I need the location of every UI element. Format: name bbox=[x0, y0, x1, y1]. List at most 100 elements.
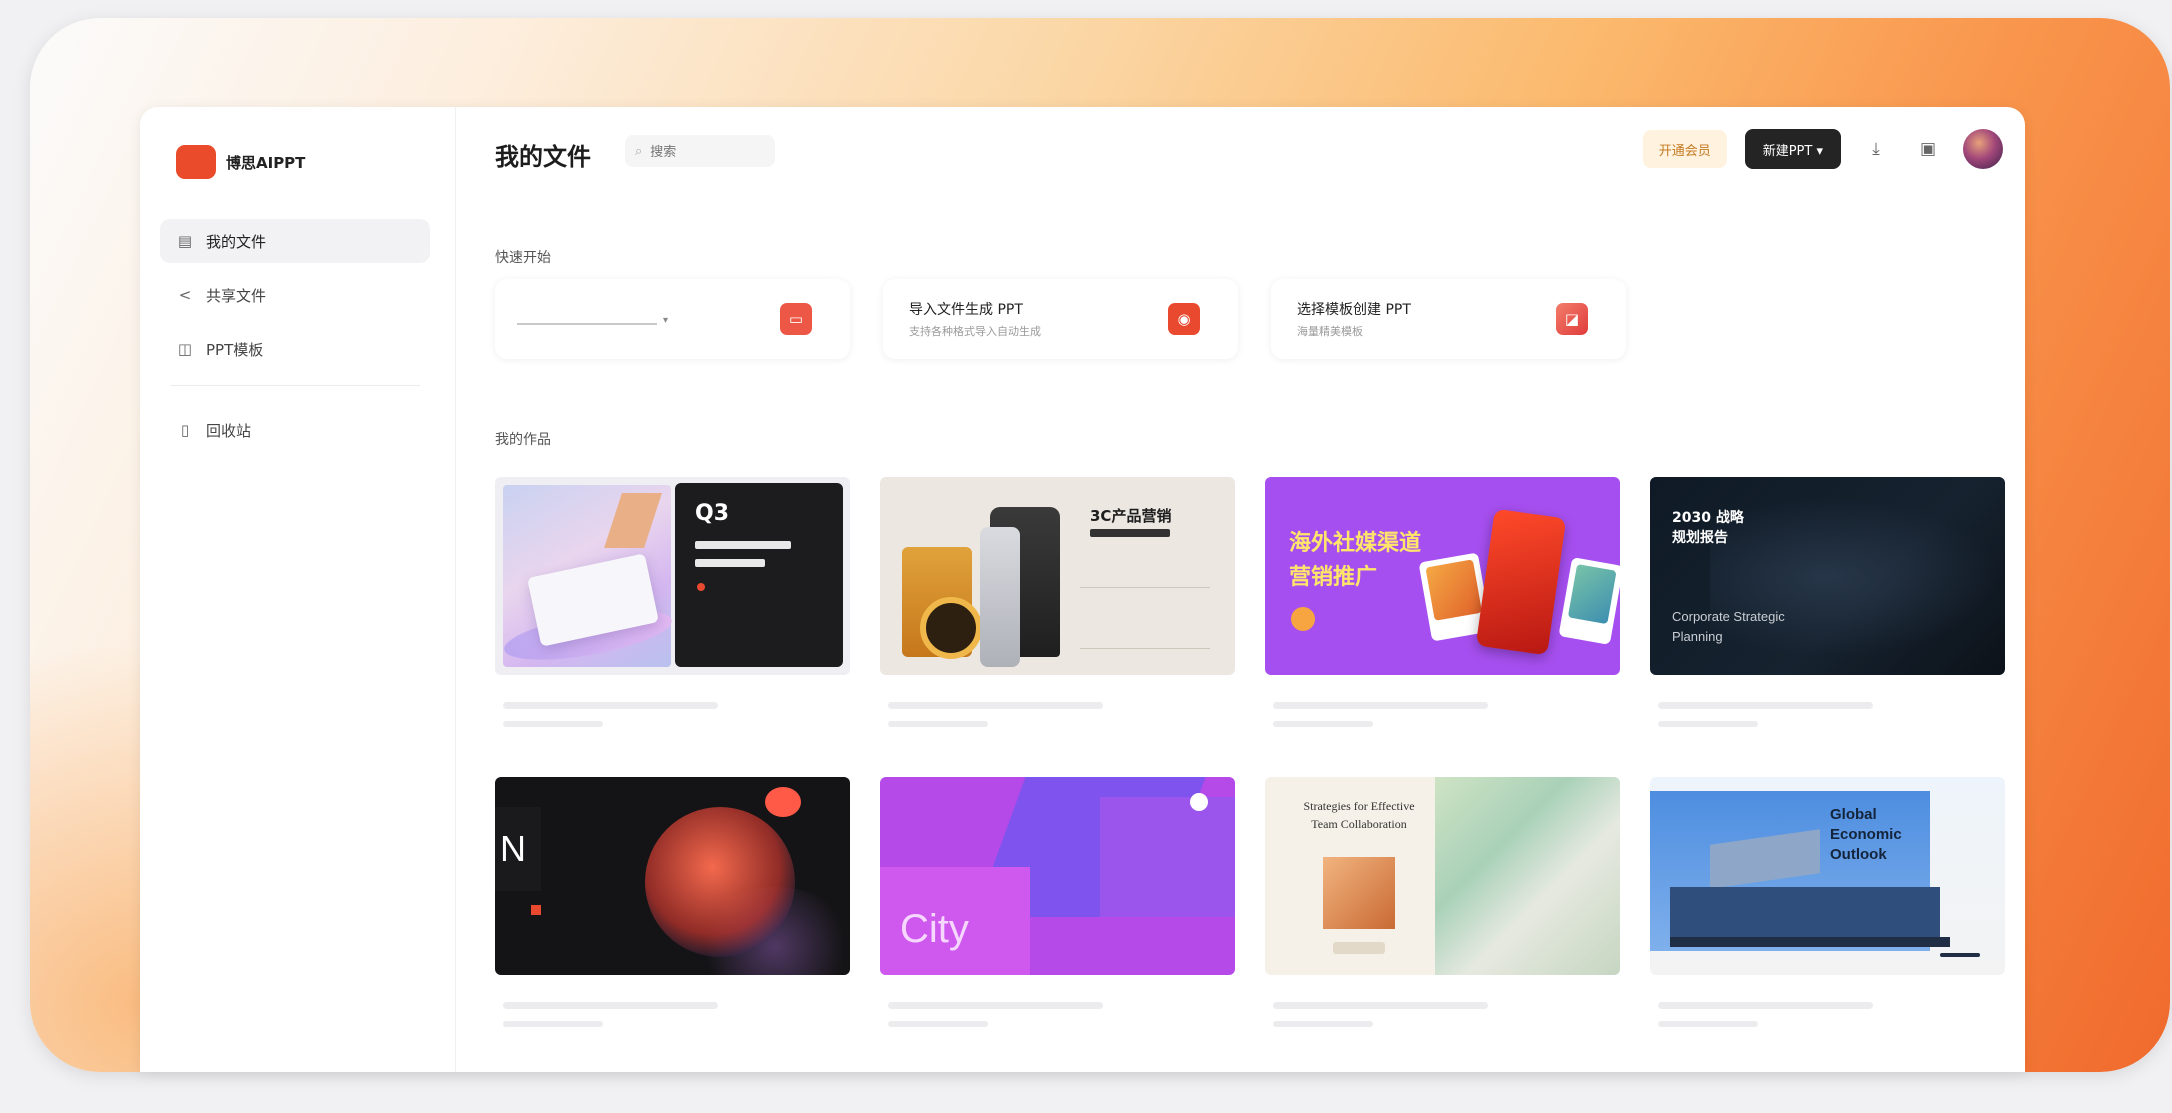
thumb-title: Q3 bbox=[695, 501, 730, 526]
trash-icon: ▯ bbox=[180, 421, 190, 439]
thumb-chart bbox=[1080, 587, 1210, 649]
brand-name: 博思AIPPT bbox=[226, 153, 306, 172]
work-title-placeholder bbox=[888, 702, 1103, 709]
template-icon: ◫ bbox=[177, 340, 193, 358]
work-thumbnail[interactable]: 2030 战略 规划报告 Corporate Strategic Plannin… bbox=[1650, 477, 2005, 675]
quick-card-template-create[interactable]: 选择模板创建 PPT 海量精美模板 ◪ bbox=[1271, 279, 1626, 359]
work-title-placeholder bbox=[503, 1002, 718, 1009]
my-works-label: 我的作品 bbox=[495, 432, 551, 448]
work-card[interactable]: 2030 战略 规划报告 Corporate Strategic Plannin… bbox=[1650, 477, 2005, 777]
thumb-phone bbox=[1475, 508, 1567, 656]
work-card[interactable]: N bbox=[495, 777, 850, 1072]
sidebar-item-label: 共享文件 bbox=[206, 286, 267, 305]
thumb-shape bbox=[604, 493, 662, 548]
vip-button[interactable]: 开通会员 bbox=[1642, 130, 1727, 168]
thumb-shape bbox=[1100, 797, 1235, 917]
work-thumbnail[interactable]: City bbox=[880, 777, 1235, 975]
work-date-placeholder bbox=[503, 721, 603, 727]
work-date-placeholder bbox=[888, 721, 988, 727]
thumb-map bbox=[1710, 497, 2000, 657]
thumb-title: N bbox=[495, 807, 541, 891]
thumb-subtitle: Corporate Strategic bbox=[1672, 609, 1785, 624]
work-thumbnail[interactable]: Strategies for Effective Team Collaborat… bbox=[1265, 777, 1620, 975]
notification-icon[interactable]: ▣ bbox=[1911, 132, 1945, 166]
thumb-text-line bbox=[1940, 953, 1980, 957]
work-thumbnail[interactable]: Q3 bbox=[495, 477, 850, 675]
search-input[interactable] bbox=[648, 142, 763, 160]
new-ppt-button[interactable]: 新建PPT ▾ bbox=[1744, 129, 1841, 169]
chevron-down-icon: ▾ bbox=[663, 315, 669, 326]
sidebar-item-shared-files[interactable]: < 共享文件 bbox=[160, 273, 430, 317]
import-file-icon: ◉ bbox=[1168, 303, 1200, 335]
search-icon: ⌕ bbox=[635, 143, 643, 159]
ai-generate-icon: ▭ bbox=[780, 303, 812, 335]
work-title-placeholder bbox=[888, 1002, 1103, 1009]
thumb-text-line bbox=[1090, 529, 1170, 537]
thumb-title: Strategies for Effective Team Collaborat… bbox=[1303, 799, 1415, 831]
thumb-title: 3C产品营销 bbox=[1090, 507, 1172, 525]
work-date-placeholder bbox=[503, 1021, 603, 1027]
thumb-subtitle: Planning bbox=[1672, 629, 1723, 644]
thumb-dot bbox=[1190, 793, 1208, 811]
sidebar-item-label: 我的文件 bbox=[206, 232, 267, 251]
work-title-placeholder bbox=[1658, 702, 1873, 709]
work-card[interactable]: Q3 bbox=[495, 477, 850, 777]
thumb-title: City bbox=[900, 907, 969, 951]
sidebar-nav: ▤ 我的文件 < 共享文件 ◫ PPT模板 ▯ 回收站 bbox=[160, 219, 430, 462]
sidebar-item-my-files[interactable]: ▤ 我的文件 bbox=[160, 219, 430, 263]
quick-card-title: 选择模板创建 PPT bbox=[1297, 302, 1411, 318]
thumb-shape bbox=[980, 527, 1020, 667]
thumb-dot bbox=[531, 905, 541, 915]
search-box[interactable]: ⌕ bbox=[625, 135, 775, 167]
thumb-title: Global Economic Outlook bbox=[1830, 805, 1902, 865]
thumb-image-keyboard bbox=[500, 485, 676, 670]
work-thumbnail[interactable]: 海外社媒渠道 营销推广 bbox=[1265, 477, 1620, 675]
work-card[interactable]: 3C产品营销 bbox=[880, 477, 1235, 777]
file-icon: ▤ bbox=[177, 232, 193, 250]
avatar[interactable] bbox=[1963, 129, 2003, 169]
quick-card-subtitle: 支持各种格式导入自动生成 bbox=[909, 325, 1041, 338]
sidebar-item-ppt-templates[interactable]: ◫ PPT模板 bbox=[160, 327, 430, 371]
sidebar-item-trash[interactable]: ▯ 回收站 bbox=[160, 408, 430, 452]
thumb-dot bbox=[697, 583, 705, 591]
work-thumbnail[interactable]: N bbox=[495, 777, 850, 975]
thumb-image bbox=[1323, 857, 1395, 929]
work-card[interactable]: Strategies for Effective Team Collaborat… bbox=[1265, 777, 1620, 1072]
thumb-title: 规划报告 bbox=[1672, 530, 1728, 546]
quick-card-ai-generate[interactable]: ▾ ▭ bbox=[495, 279, 850, 359]
sidebar-item-label: PPT模板 bbox=[206, 340, 264, 359]
quick-card-import-file[interactable]: 导入文件生成 PPT 支持各种格式导入自动生成 ◉ bbox=[883, 279, 1238, 359]
work-thumbnail[interactable]: Global Economic Outlook bbox=[1650, 777, 2005, 975]
page-title: 我的文件 bbox=[495, 143, 591, 171]
thumb-title-line: Outlook bbox=[1830, 846, 1887, 863]
thumb-text-line bbox=[1333, 942, 1385, 954]
thumb-title-line: Global bbox=[1830, 806, 1877, 823]
work-date-placeholder bbox=[1658, 721, 1758, 727]
brand-logo-icon bbox=[176, 145, 216, 179]
thumb-shape bbox=[1670, 887, 1940, 937]
quick-start-row: ▾ ▭ 导入文件生成 PPT 支持各种格式导入自动生成 ◉ 选择模板创建 PPT… bbox=[495, 279, 1626, 359]
thumb-shape bbox=[920, 597, 982, 659]
work-title-placeholder bbox=[1658, 1002, 1873, 1009]
template-create-icon: ◪ bbox=[1556, 303, 1588, 335]
thumb-title-line: Economic bbox=[1830, 826, 1902, 843]
works-grid: Q3 3C产品营销 海外社媒渠道 营销推广 2030 战略 规划报告 Corpo… bbox=[495, 477, 2005, 1072]
sidebar-divider bbox=[170, 385, 420, 386]
work-card[interactable]: Global Economic Outlook bbox=[1650, 777, 2005, 1072]
sidebar: 博思AIPPT ▤ 我的文件 < 共享文件 ◫ PPT模板 ▯ 回收站 bbox=[140, 107, 456, 1072]
thumb-title: 海外社媒渠道 bbox=[1289, 531, 1422, 556]
app-window: 博思AIPPT ▤ 我的文件 < 共享文件 ◫ PPT模板 ▯ 回收站 我的文件 bbox=[140, 107, 2025, 1072]
thumb-text-line bbox=[695, 559, 765, 567]
thumb-title: 营销推广 bbox=[1289, 565, 1378, 590]
work-card[interactable]: City bbox=[880, 777, 1235, 1072]
work-date-placeholder bbox=[1273, 1021, 1373, 1027]
work-thumbnail[interactable]: 3C产品营销 bbox=[880, 477, 1235, 675]
quick-card-title: 导入文件生成 PPT bbox=[909, 302, 1023, 318]
work-title-placeholder bbox=[503, 702, 718, 709]
download-icon[interactable]: ⤓ bbox=[1859, 132, 1893, 166]
topbar: 我的文件 ⌕ 开通会员 新建PPT ▾ ⤓ ▣ bbox=[495, 129, 2025, 179]
sidebar-item-label: 回收站 bbox=[206, 421, 252, 440]
brand[interactable]: 博思AIPPT bbox=[176, 145, 305, 179]
work-date-placeholder bbox=[888, 1021, 988, 1027]
work-card[interactable]: 海外社媒渠道 营销推广 bbox=[1265, 477, 1620, 777]
